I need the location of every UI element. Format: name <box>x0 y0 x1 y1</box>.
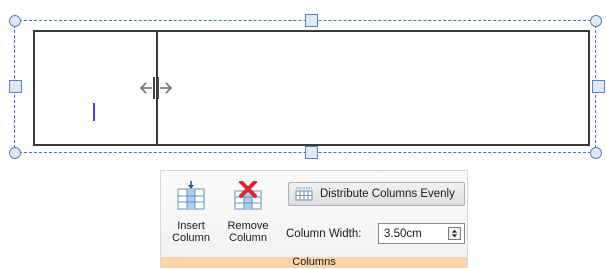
column-width-input[interactable] <box>379 224 447 243</box>
column-resize-cursor-icon <box>139 77 173 99</box>
distribute-columns-evenly-button[interactable]: Distribute Columns Evenly <box>288 182 465 206</box>
distribute-columns-icon <box>295 187 313 201</box>
distribute-columns-label: Distribute Columns Evenly <box>320 188 455 200</box>
insert-column-label: Insert Column <box>172 220 210 244</box>
remove-column-button[interactable]: Remove Column <box>220 175 276 249</box>
resize-handle-bottom-left[interactable] <box>9 147 21 159</box>
text-cursor <box>93 103 95 121</box>
resize-handle-bottom[interactable] <box>305 146 318 159</box>
resize-handle-top[interactable] <box>305 14 318 27</box>
resize-handle-left[interactable] <box>9 80 22 93</box>
remove-column-label: Remove Column <box>227 220 269 244</box>
group-label: Columns <box>292 256 336 268</box>
insert-column-icon <box>177 181 205 210</box>
resize-handle-top-right[interactable] <box>590 15 602 27</box>
resize-handle-top-left[interactable] <box>9 15 21 27</box>
group-label-bar: Columns <box>161 257 467 268</box>
column-width-field[interactable] <box>378 223 465 244</box>
insert-column-button[interactable]: Insert Column <box>163 175 219 249</box>
resize-handle-bottom-right[interactable] <box>590 147 602 159</box>
remove-column-icon <box>234 181 262 210</box>
resize-handle-right[interactable] <box>592 80 605 93</box>
spinner-arrows-icon[interactable] <box>448 227 461 240</box>
ribbon-group-columns: Insert Column Remove Column Distribute C… <box>160 170 468 268</box>
table-cell-2[interactable] <box>158 32 588 144</box>
column-width-label: Column Width: <box>286 228 362 240</box>
